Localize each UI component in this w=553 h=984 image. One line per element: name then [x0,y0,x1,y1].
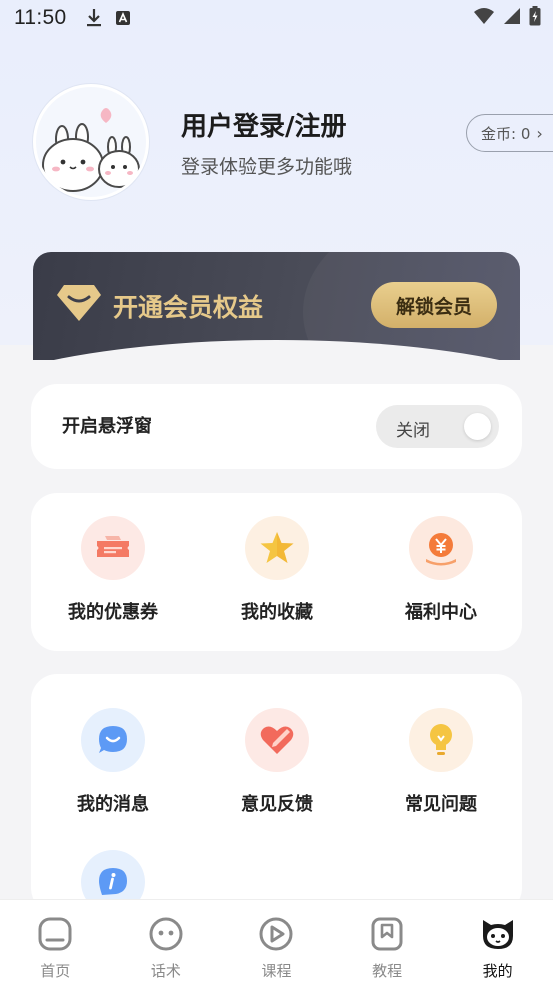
unlock-vip-button[interactable]: 解锁会员 [371,282,497,328]
coupons-item[interactable]: 我的优惠券 [31,516,195,624]
favorites-item[interactable]: 我的收藏 [195,516,359,624]
bottom-tab-bar: 首页 话术 课程 教程 我的 [0,900,553,984]
lightbulb-icon [430,724,452,755]
toggle-state-label: 关闭 [396,421,430,441]
play-icon [259,917,293,951]
wifi-icon [474,8,494,24]
welfare-center-label: 福利中心 [405,602,477,623]
login-subtitle: 登录体验更多功能哦 [181,156,353,178]
message-icon [99,726,127,753]
tab-scripts[interactable]: 话术 [111,900,222,984]
download-icon [86,9,101,27]
coins-label: 金币: 0 [481,124,531,143]
chevron-right-icon: › [536,123,543,143]
coins-button[interactable]: 金币: 0 › [466,114,553,152]
feature-grid-1: 我的优惠券 我的收藏 福利中心 [31,493,522,651]
bunny-avatar-illustration [42,108,140,192]
tab-tutorials[interactable]: 教程 [332,900,443,984]
floating-window-label: 开启悬浮窗 [62,416,152,437]
star-icon [260,532,294,563]
faq-label: 常见问题 [405,794,477,815]
floating-window-toggle[interactable]: 关闭 [376,405,499,448]
tab-home[interactable]: 首页 [0,900,111,984]
feedback-label: 意见反馈 [241,794,313,815]
tab-home-label: 首页 [40,962,71,980]
tab-mine[interactable]: 我的 [442,900,553,984]
feedback-heart-icon [260,726,294,754]
messages-label: 我的消息 [77,794,149,815]
toggle-knob [464,413,491,440]
welfare-center-item[interactable]: 福利中心 [359,516,523,624]
avatar[interactable] [33,84,149,200]
tab-courses[interactable]: 课程 [221,900,332,984]
favorites-label: 我的收藏 [241,602,313,623]
cell-signal-icon [504,8,520,24]
cat-face-icon [482,920,513,949]
battery-charging-icon [529,6,541,26]
coupon-icon [97,536,129,557]
info-icon [99,868,127,895]
tab-tutorials-label: 教程 [372,962,403,980]
feature-grid-2: 我的消息 意见反馈 常见问题 [31,674,522,914]
tab-courses-label: 课程 [261,962,292,980]
diamond-icon [57,285,101,321]
yuan-coin-icon [426,533,456,566]
tab-scripts-label: 话术 [150,962,181,980]
coupons-label: 我的优惠券 [68,602,158,623]
feedback-item[interactable]: 意见反馈 [195,708,359,816]
faq-item[interactable]: 常见问题 [359,708,523,816]
tab-mine-label: 我的 [482,962,513,980]
chat-face-icon [149,917,183,951]
floating-window-card: 开启悬浮窗 关闭 [31,384,522,469]
status-bar: 11:50 [0,0,553,36]
messages-item[interactable]: 我的消息 [31,708,195,816]
home-icon [38,917,72,951]
keyboard-a-icon [115,11,130,25]
vip-title: 开通会员权益 [113,293,264,322]
status-time: 11:50 [14,6,67,29]
bookmark-icon [371,917,403,951]
login-title[interactable]: 用户登录/注册 [181,106,347,143]
